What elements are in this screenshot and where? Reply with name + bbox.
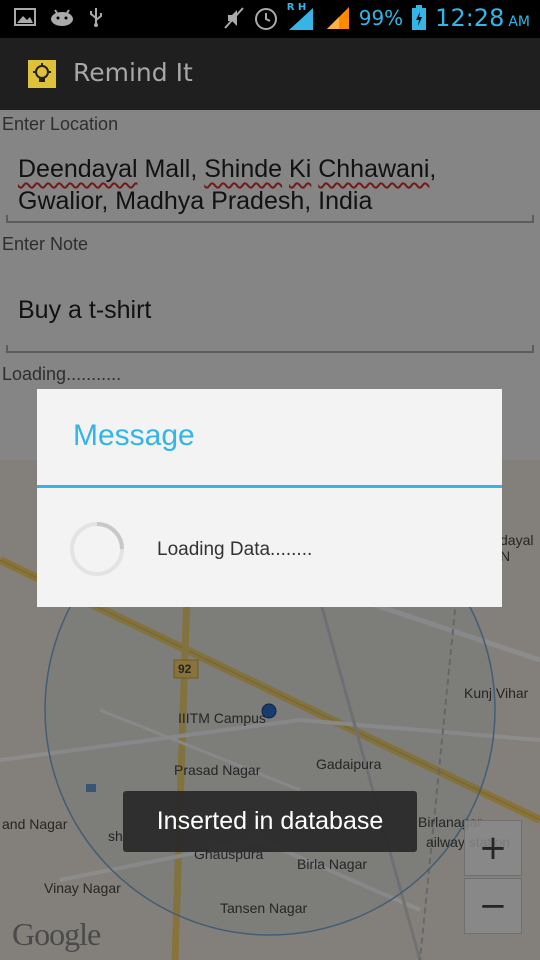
clock-ampm: AM	[508, 14, 530, 30]
picture-icon	[14, 8, 36, 26]
signal-icon	[288, 8, 313, 30]
progress-dialog: Message Loading Data........	[37, 389, 502, 607]
dialog-title: Message	[73, 419, 195, 452]
clock-time: 12:28 AM	[435, 4, 530, 32]
toast-text: Inserted in database	[156, 807, 384, 835]
loading-spinner-icon	[70, 522, 124, 576]
dialog-message: Loading Data........	[157, 539, 313, 560]
signal-icon-2	[326, 7, 349, 29]
battery-icon	[412, 5, 427, 30]
android-icon	[51, 9, 73, 26]
alarm-icon	[254, 8, 277, 30]
app-title: Remind It	[73, 58, 193, 87]
status-bar: R H 99% 12:28 AM	[0, 0, 540, 38]
lightbulb-icon[interactable]	[26, 58, 58, 90]
mute-icon	[223, 7, 244, 29]
toast: Inserted in database	[123, 791, 417, 852]
clock-hhmm: 12:28	[435, 4, 505, 32]
usb-icon	[90, 8, 102, 27]
dialog-divider	[37, 485, 502, 488]
battery-percent: 99%	[358, 6, 404, 30]
action-bar: Remind It	[0, 38, 540, 110]
